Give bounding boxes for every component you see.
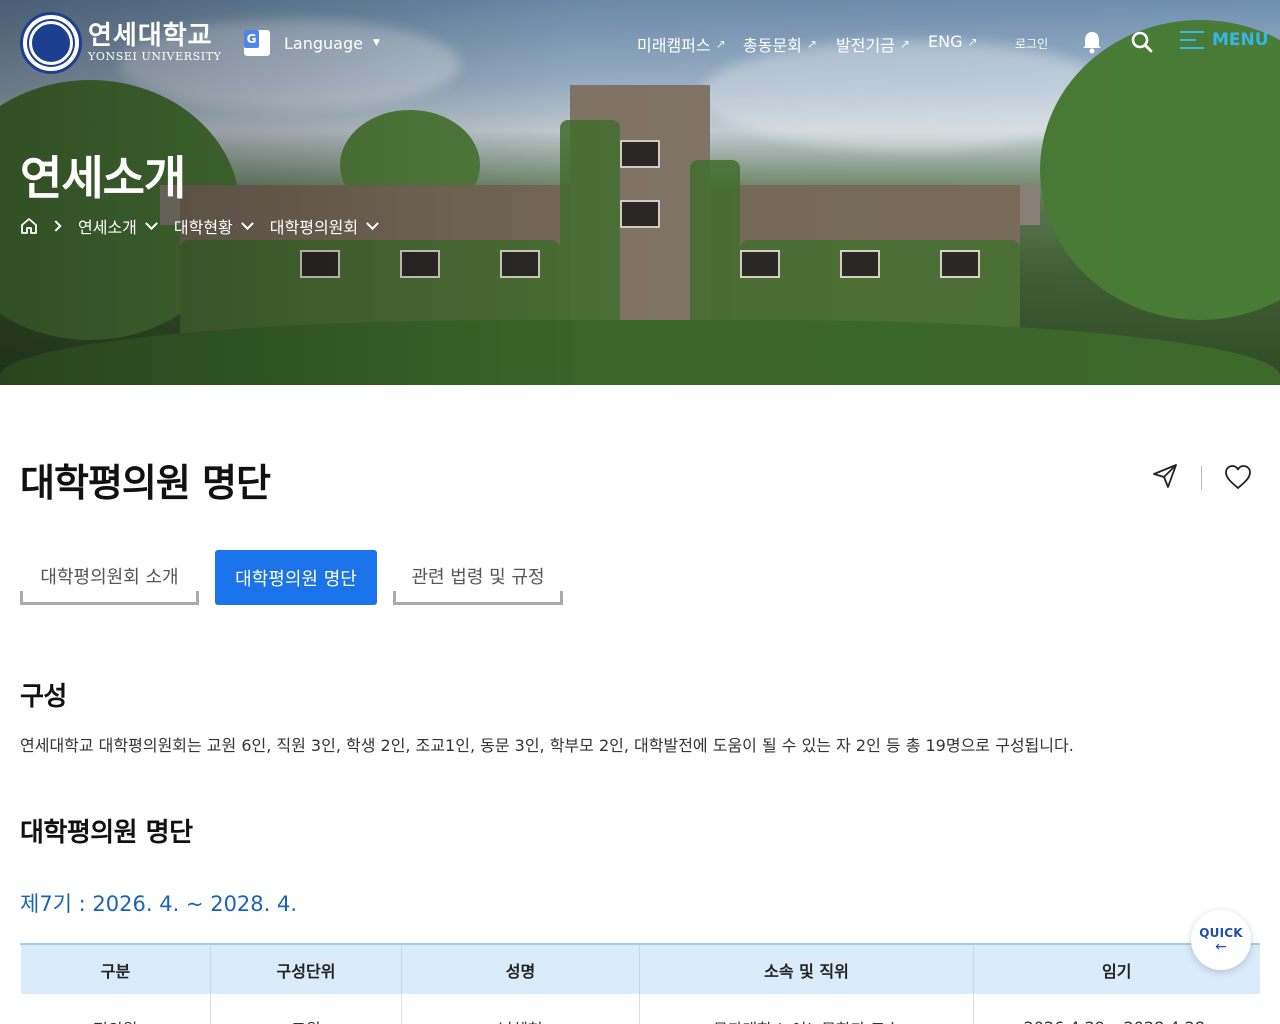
breadcrumb-label: 대학현황 [173,218,233,237]
breadcrumb: 연세소개 대학현황 대학평의원회 [20,214,395,238]
language-selector[interactable]: Language ▼ [244,30,380,56]
chevron-right-icon [50,220,62,232]
tab-council-members[interactable]: 대학평의원 명단 [215,550,377,605]
roster-heading: 대학평의원 명단 [20,818,193,848]
university-seal-icon [20,12,82,74]
university-logo[interactable]: 연세대학교 YONSEI UNIVERSITY [20,12,222,74]
breadcrumb-item[interactable]: 대학현황 [173,214,254,238]
breadcrumb-label: 연세소개 [78,218,137,237]
link-label: 발전기금 [836,36,895,55]
tab-bar: 대학평의원회 소개 대학평의원 명단 관련 법령 및 규정 [20,550,579,605]
column-header: 구성단위 [210,943,402,994]
column-header: 구분 [20,943,211,994]
quick-label: QUICK [1199,926,1243,940]
link-fund[interactable]: 발전기금 ↗ [836,32,910,56]
language-label: Language [284,33,363,53]
hero-title: 연세소개 [20,151,186,205]
heart-icon[interactable] [1224,464,1252,490]
table-header-row: 구분 구성단위 성명 소속 및 직위 임기 [20,943,1260,994]
table-cell: 교원 [210,994,402,1024]
quick-menu-button[interactable]: QUICK ← [1191,910,1251,970]
caret-down-icon: ▼ [372,38,380,48]
home-icon[interactable] [20,217,38,235]
link-mirae-campus[interactable]: 미래캠퍼스 ↗ [637,32,726,56]
table-cell: 평의원 [20,994,211,1024]
composition-text: 연세대학교 대학평의원회는 교원 6인, 직원 3인, 학생 2인, 조교1인,… [20,736,1074,755]
tab-regulations[interactable]: 관련 법령 및 규정 [393,550,563,605]
member-table: 구분 구성단위 성명 소속 및 직위 임기 평의원 교원 남혜현 문과대학 노어… [20,943,1260,1024]
link-label: 미래캠퍼스 [637,36,711,55]
bell-icon[interactable] [1081,30,1103,54]
external-arrow-icon: ↗ [806,37,817,51]
link-english[interactable]: ENG ↗ [928,32,978,51]
share-icon[interactable] [1151,462,1179,490]
table-row: 평의원 교원 남혜현 문과대학 노어노문학과 교수 2026.4.29.~202… [20,994,1260,1024]
external-arrow-icon: ↗ [967,34,978,49]
external-arrow-icon: ↗ [899,37,910,51]
link-label: ENG [928,32,963,51]
chevron-down-icon [240,216,254,230]
breadcrumb-item[interactable]: 대학평의원회 [269,214,379,238]
menu-label: MENU [1212,30,1269,50]
login-link[interactable]: 로그인 [1015,35,1048,52]
link-alumni[interactable]: 총동문회 ↗ [743,32,817,56]
logo-english: YONSEI UNIVERSITY [88,50,222,63]
chevron-down-icon [145,216,158,230]
menu-button[interactable]: MENU [1180,30,1269,50]
column-header: 성명 [401,943,640,994]
composition-heading: 구성 [20,682,67,712]
link-label: 총동문회 [743,36,802,55]
breadcrumb-label: 대학평의원회 [269,218,359,237]
table-cell: 2026.4.29.~2028.4.28. [973,994,1260,1024]
table-cell: 남혜현 [401,994,640,1024]
search-icon[interactable] [1131,31,1153,53]
arrow-left-icon: ← [1215,939,1227,955]
column-header: 소속 및 직위 [639,943,974,994]
chevron-down-icon [366,216,379,230]
tab-council-intro[interactable]: 대학평의원회 소개 [20,550,199,605]
divider [1201,466,1202,490]
translate-icon [244,30,270,56]
hamburger-icon [1180,30,1204,50]
term-period: 제7기 : 2026. 4. ~ 2028. 4. [20,892,298,916]
page-title: 대학평의원 명단 [20,461,271,505]
breadcrumb-item[interactable]: 연세소개 [78,214,158,238]
table-cell: 문과대학 노어노문학과 교수 [639,994,974,1024]
logo-korean: 연세대학교 [88,21,213,51]
external-arrow-icon: ↗ [715,37,726,51]
